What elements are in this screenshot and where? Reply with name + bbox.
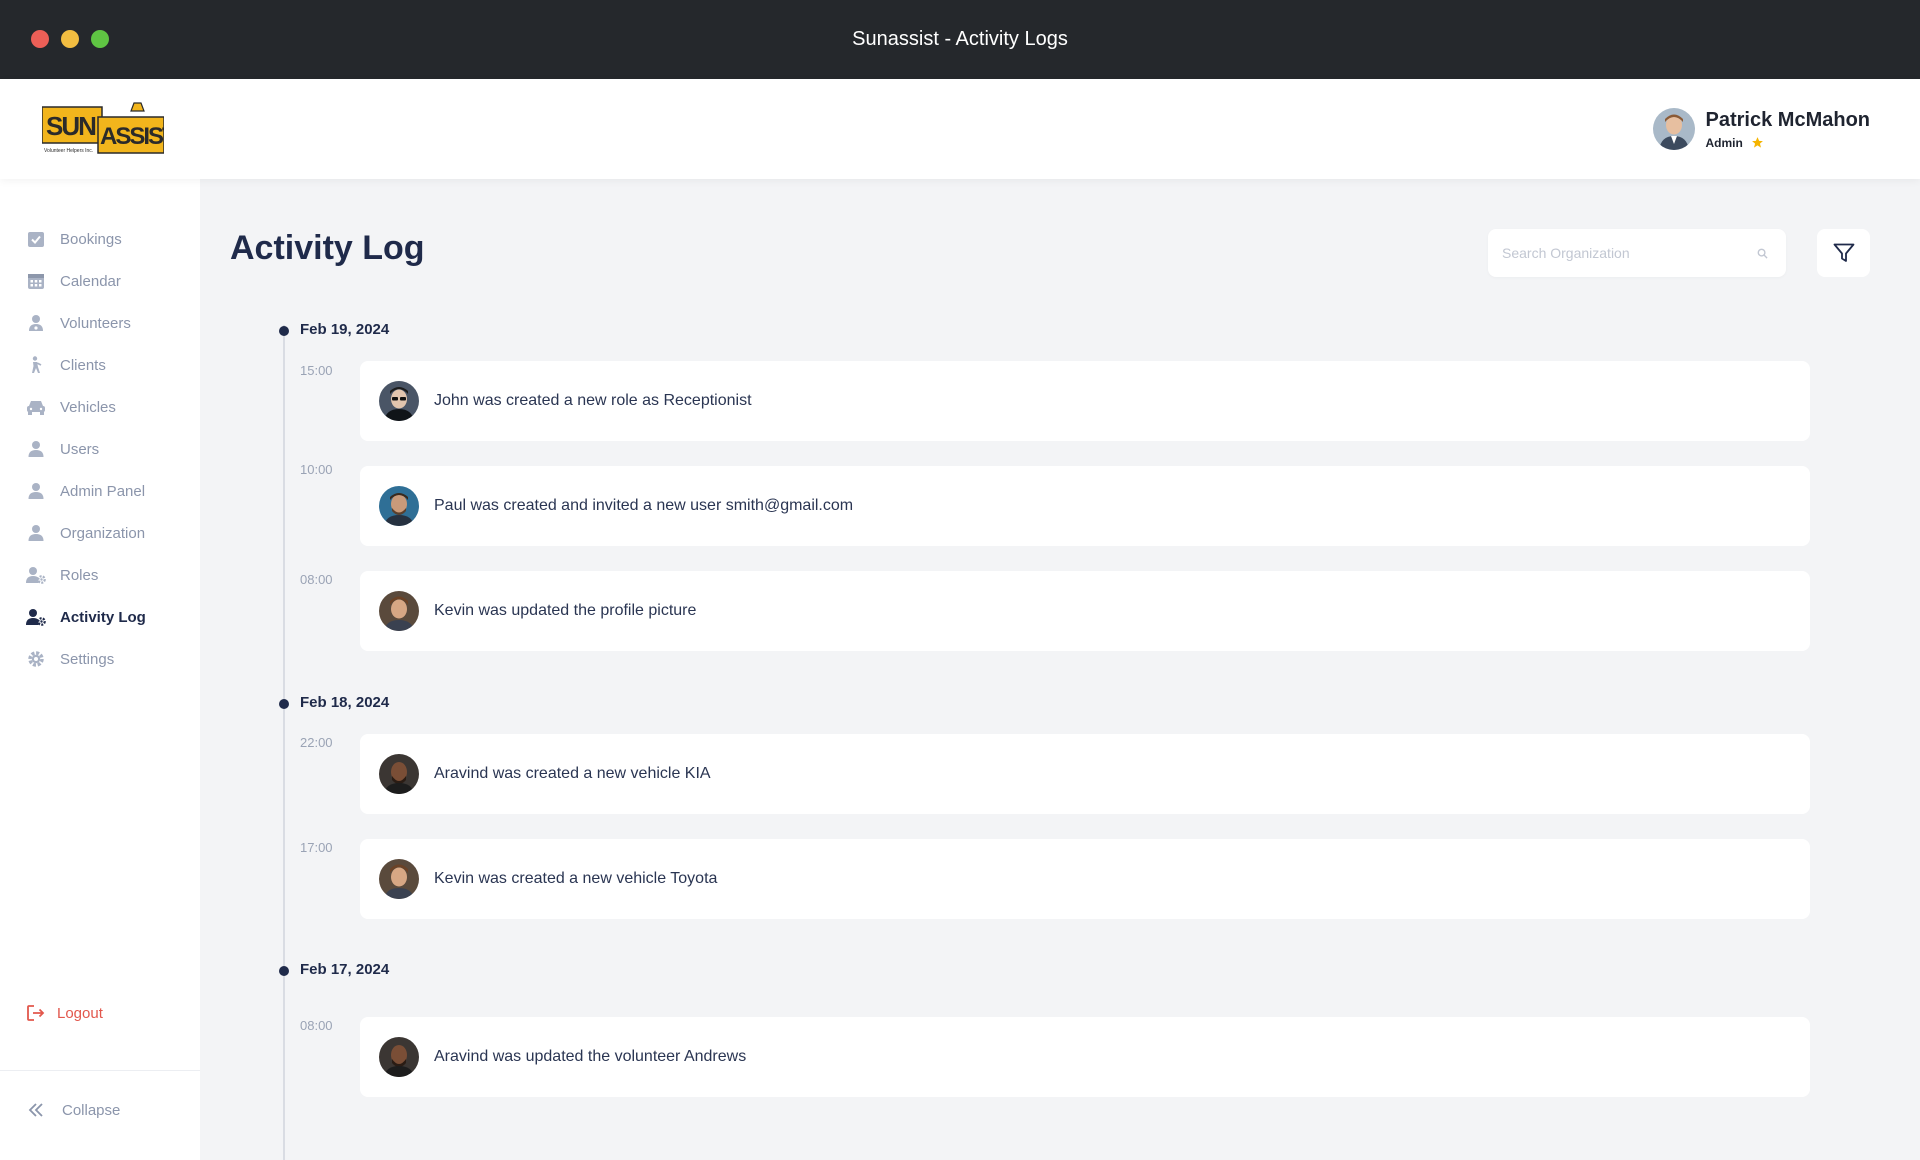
- time-label: 17:00: [300, 840, 333, 855]
- car-icon: [26, 397, 46, 417]
- activity-message: Aravind was updated the volunteer Andrew…: [434, 1048, 747, 1065]
- sidebar-item-clients[interactable]: Clients: [26, 353, 106, 377]
- time-label: 22:00: [300, 735, 333, 750]
- activity-card[interactable]: Paul was created and invited a new user …: [360, 466, 1810, 546]
- time-label: 10:00: [300, 462, 333, 477]
- filter-button[interactable]: [1817, 229, 1870, 277]
- activity-message: Aravind was created a new vehicle KIA: [434, 765, 711, 782]
- user-gear-icon: [26, 607, 46, 627]
- avatar: [379, 754, 419, 794]
- user-icon: [26, 439, 46, 459]
- user-icon: [26, 481, 46, 501]
- window-titlebar: Sunassist - Activity Logs: [0, 0, 1920, 79]
- gear-icon: [26, 649, 46, 669]
- person-walking-icon: [26, 355, 46, 375]
- activity-card[interactable]: Kevin was updated the profile picture: [360, 571, 1810, 651]
- time-label: 08:00: [300, 572, 333, 587]
- time-label: 15:00: [300, 363, 333, 378]
- sidebar-item-label: Users: [60, 440, 100, 458]
- sidebar-item-roles[interactable]: Roles: [26, 563, 98, 587]
- date-label: Feb 19, 2024: [300, 321, 390, 338]
- collapse-button[interactable]: Collapse: [26, 1098, 120, 1122]
- sunassist-logo[interactable]: SUN ASSIST Volunteer Helpers Inc.: [41, 99, 179, 157]
- activity-card[interactable]: Aravind was updated the volunteer Andrew…: [360, 1017, 1810, 1097]
- user-icon: [26, 523, 46, 543]
- search-box: [1488, 229, 1786, 277]
- sidebar-item-label: Volunteers: [60, 314, 131, 332]
- sidebar-item-calendar[interactable]: Calendar: [26, 269, 121, 293]
- collapse-label: Collapse: [62, 1101, 121, 1119]
- sidebar-item-activity-log[interactable]: Activity Log: [26, 605, 146, 629]
- avatar: [379, 1037, 419, 1077]
- app-header: SUN ASSIST Volunteer Helpers Inc. Patric…: [0, 79, 1920, 179]
- page-title: Activity Log: [230, 229, 425, 267]
- svg-text:ASSIST: ASSIST: [100, 123, 164, 150]
- sidebar-item-label: Activity Log: [60, 608, 146, 626]
- sidebar-item-label: Clients: [60, 356, 106, 374]
- sidebar-item-volunteers[interactable]: Volunteers: [26, 311, 131, 335]
- window-title: Sunassist - Activity Logs: [852, 28, 1068, 50]
- double-chevron-left-icon: [26, 1100, 46, 1120]
- sidebar-item-label: Organization: [60, 524, 146, 542]
- logout-icon: [26, 1003, 46, 1023]
- sidebar: Bookings Calendar Volunteers Clients Veh…: [0, 179, 200, 1160]
- activity-message: Kevin was created a new vehicle Toyota: [434, 870, 718, 887]
- avatar: [379, 859, 419, 899]
- sidebar-item-bookings[interactable]: Bookings: [26, 227, 122, 251]
- filter-icon: [1833, 243, 1854, 262]
- avatar: [379, 591, 419, 631]
- activity-message: Paul was created and invited a new user …: [434, 497, 854, 514]
- activity-card[interactable]: John was created a new role as Reception…: [360, 361, 1810, 441]
- sidebar-item-label: Settings: [60, 650, 115, 668]
- sidebar-item-label: Roles: [60, 566, 99, 584]
- search-icon: [1757, 248, 1768, 259]
- activity-message: Kevin was updated the profile picture: [434, 602, 697, 619]
- user-avatar[interactable]: [1652, 108, 1695, 150]
- user-role: Admin: [1705, 135, 1743, 150]
- timeline-line: [283, 325, 285, 1160]
- sidebar-item-label: Vehicles: [60, 398, 116, 416]
- user-profile[interactable]: Patrick McMahon Admin: [1652, 101, 1870, 157]
- timeline-date-dot: [279, 326, 289, 336]
- sidebar-item-vehicles[interactable]: Vehicles: [26, 395, 116, 419]
- logout-button[interactable]: Logout: [26, 1001, 103, 1025]
- svg-text:SUN: SUN: [46, 111, 96, 141]
- sidebar-item-users[interactable]: Users: [26, 437, 99, 461]
- volunteer-icon: [26, 313, 46, 333]
- search-input[interactable]: [1488, 229, 1728, 277]
- activity-card[interactable]: Kevin was created a new vehicle Toyota: [360, 839, 1810, 919]
- sidebar-item-label: Admin Panel: [60, 482, 146, 500]
- logo-subtext: Volunteer Helpers Inc.: [44, 148, 93, 154]
- sidebar-item-label: Bookings: [60, 230, 122, 248]
- sidebar-item-label: Calendar: [60, 272, 121, 290]
- sidebar-item-admin-panel[interactable]: Admin Panel: [26, 479, 145, 503]
- date-label: Feb 17, 2024: [300, 961, 390, 978]
- timeline-date-dot: [279, 966, 289, 976]
- calendar-grid-icon: [26, 271, 46, 291]
- activity-message: John was created a new role as Reception…: [434, 392, 752, 409]
- check-calendar-icon: [26, 229, 46, 249]
- activity-card[interactable]: Aravind was created a new vehicle KIA: [360, 734, 1810, 814]
- sidebar-item-settings[interactable]: Settings: [26, 647, 114, 671]
- timeline-date-dot: [279, 699, 289, 709]
- avatar: [379, 381, 419, 421]
- sidebar-divider: [0, 1070, 200, 1071]
- main-content: Activity Log Feb 19, 2024 15:00 John was…: [200, 179, 1920, 1160]
- sidebar-item-organization[interactable]: Organization: [26, 521, 145, 545]
- user-name: Patrick McMahon: [1705, 108, 1870, 131]
- time-label: 08:00: [300, 1018, 333, 1033]
- avatar: [379, 486, 419, 526]
- date-label: Feb 18, 2024: [300, 694, 390, 711]
- logout-label: Logout: [57, 1004, 103, 1022]
- user-gear-icon: [26, 565, 46, 585]
- star-icon: [1751, 137, 1763, 148]
